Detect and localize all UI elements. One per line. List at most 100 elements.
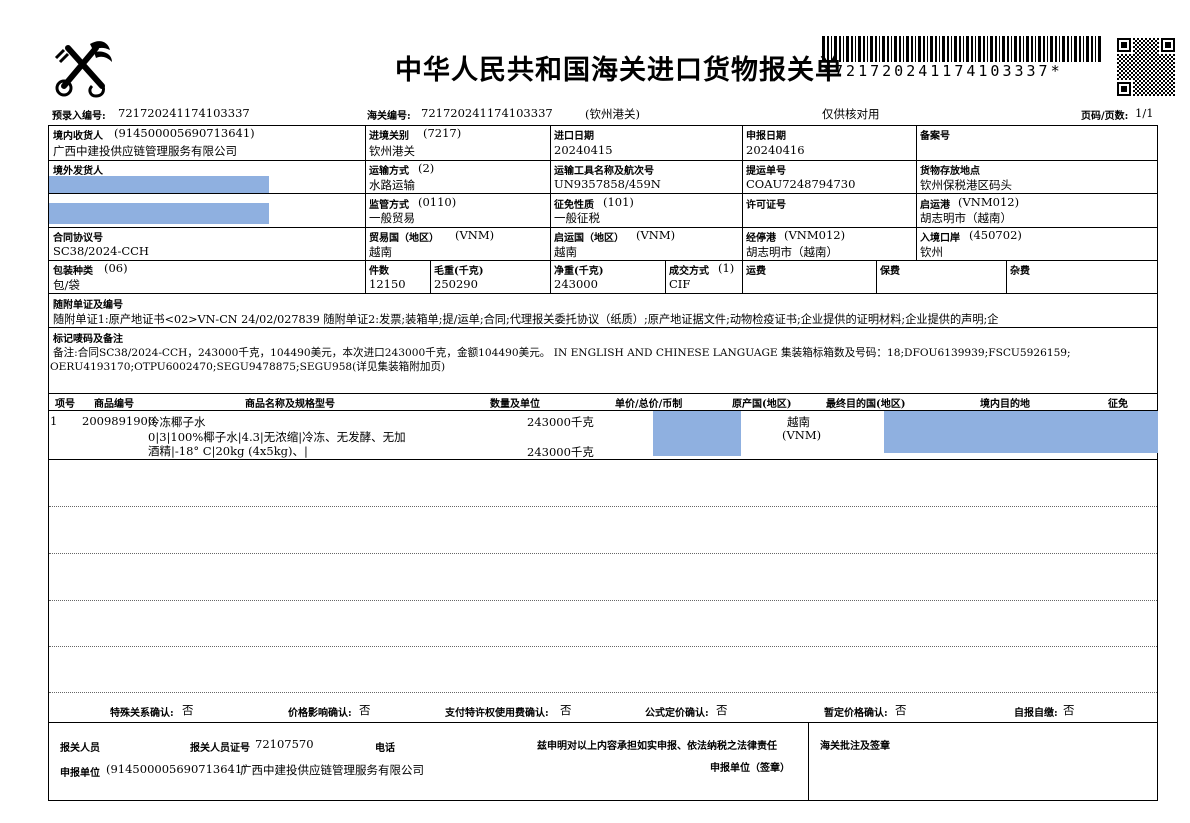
deal-label: 成交方式 — [669, 266, 709, 277]
supervision-code: (0110) — [418, 195, 457, 209]
supervision-label: 监管方式 — [369, 200, 409, 211]
marks-label: 标记唛码及备注 — [53, 334, 123, 345]
storage: 钦州保税港区码头 — [920, 178, 1012, 192]
package: 包/袋 — [53, 278, 80, 292]
import-date: 20240415 — [554, 143, 613, 157]
confirm-price-impact-value: 否 — [359, 703, 371, 717]
col-price: 单价/总价/币制 — [615, 399, 683, 410]
confirm-special-relation-value: 否 — [182, 703, 194, 717]
prereg-label: 预录入编号: — [52, 111, 106, 122]
unit-label: 申报单位 — [60, 768, 100, 779]
redacted-shipper — [49, 176, 269, 193]
col-name: 商品名称及规格型号 — [245, 399, 335, 410]
unit-seal: 申报单位（签章） — [710, 763, 790, 774]
entry-customs-label: 进境关别 — [369, 131, 409, 142]
confirm-formula-label: 公式定价确认: — [645, 708, 709, 719]
unit-code: (914500005690713641) — [106, 762, 247, 776]
origin-country-label: 启运国（地区） — [554, 233, 624, 244]
deal: CIF — [669, 277, 691, 291]
entry-customs-name: 钦州港关 — [369, 144, 415, 158]
departure-port-label: 启运港 — [920, 200, 950, 211]
customs-emblem-icon — [54, 41, 112, 98]
import-date-label: 进口日期 — [554, 131, 594, 142]
consignee-code: (914500005690713641) — [114, 126, 255, 140]
package-label: 包装种类 — [53, 266, 93, 277]
customs-no: 721720241174103337 — [421, 106, 553, 120]
confirm-royalty-value: 否 — [560, 703, 572, 717]
transit-port-label: 经停港 — [746, 233, 776, 244]
transit-port: 胡志明市（越南） — [746, 245, 838, 259]
qr-code-icon — [1117, 38, 1175, 96]
package-code: (06) — [104, 261, 128, 275]
confirm-royalty-label: 支付特许权使用费确认: — [445, 708, 549, 719]
redacted-field — [49, 203, 269, 224]
entry-port-label: 入境口岸 — [920, 233, 960, 244]
insurance-label: 保费 — [880, 266, 900, 277]
filing-no-label: 备案号 — [920, 131, 950, 142]
port-note: (钦州港关) — [585, 107, 640, 121]
col-dest: 境内目的地 — [980, 399, 1030, 410]
check-note: 仅供核对用 — [822, 107, 880, 121]
entry-customs-code: (7217) — [423, 126, 462, 140]
consignee-name: 广西中建投供应链管理服务有限公司 — [53, 144, 237, 158]
gross-label: 毛重(千克) — [434, 266, 484, 277]
col-qty: 数量及单位 — [490, 399, 540, 410]
confirm-provisional-label: 暂定价格确认: — [824, 708, 888, 719]
marks-line1: 备注:合同SC38/2024-CCH，243000千克，104490美元，本次进… — [53, 347, 1071, 359]
overseas-shipper-label: 境外发货人 — [53, 166, 103, 177]
net-label: 净重(千克) — [554, 266, 604, 277]
col-hs-code: 商品编号 — [94, 399, 134, 410]
col-dest-country: 最终目的国(地区) — [826, 399, 906, 410]
col-levy: 征免 — [1108, 399, 1128, 410]
pieces: 12150 — [369, 277, 406, 291]
levy-label: 征免性质 — [554, 200, 594, 211]
deal-code: (1) — [718, 261, 735, 275]
row-qty1: 243000千克 — [527, 415, 594, 429]
confirm-self-declare-label: 自报自缴: — [1014, 708, 1058, 719]
departure-port: 胡志明市（越南） — [920, 211, 1012, 225]
trade-country: 越南 — [369, 245, 392, 259]
docs: 随附单证1:原产地证书<02>VN-CN 24/02/027839 随附单证2:… — [53, 313, 999, 326]
departure-port-code: (VNM012) — [958, 195, 1020, 209]
row-qty2: 243000千克 — [527, 445, 594, 459]
row-hs-code: 2009891900 — [82, 414, 156, 428]
col-item-no: 项号 — [55, 399, 75, 410]
bl-no: COAU7248794730 — [746, 177, 856, 191]
legal-statement: 兹申明对以上内容承担如实申报、依法纳税之法律责任 — [537, 741, 777, 752]
storage-label: 货物存放地点 — [920, 166, 980, 177]
levy: 一般征税 — [554, 211, 600, 225]
vessel-label: 运输工具名称及航次号 — [554, 166, 654, 177]
origin-country-code: (VNM) — [636, 228, 676, 242]
page-title: 中华人民共和国海关进口货物报关单 — [395, 55, 843, 86]
confirm-provisional-value: 否 — [895, 703, 907, 717]
supervision: 一般贸易 — [369, 211, 415, 225]
confirm-price-impact-label: 价格影响确认: — [288, 708, 352, 719]
gross: 250290 — [434, 277, 478, 291]
redacted-price — [653, 411, 741, 456]
freight-label: 运费 — [746, 266, 766, 277]
customs-no-label: 海关编号: — [367, 111, 411, 122]
transport-mode: 水路运输 — [369, 178, 415, 192]
docs-label: 随附单证及编号 — [53, 300, 123, 311]
marks-line2: OERU4193170;OTPU6002470;SEGU9478875;SEGU… — [50, 361, 446, 373]
bl-label: 提运单号 — [746, 166, 786, 177]
row-item-no: 1 — [50, 414, 58, 428]
declarant-cert: 72107570 — [255, 737, 314, 751]
entry-port-code: (450702) — [969, 228, 1022, 242]
consignee-label: 境内收货人 — [53, 131, 103, 142]
contract: SC38/2024-CCH — [53, 244, 149, 258]
levy-code: (101) — [603, 195, 634, 209]
row-origin-code: (VNM) — [782, 428, 822, 442]
declarant-label: 报关人员 — [60, 743, 100, 754]
confirm-self-declare-value: 否 — [1063, 703, 1075, 717]
declare-date-label: 申报日期 — [746, 131, 786, 142]
trade-country-label: 贸易国（地区） — [369, 233, 439, 244]
col-origin: 原产国(地区) — [732, 399, 792, 410]
declarant-cert-label: 报关人员证号 — [190, 743, 250, 754]
redacted-destination — [884, 411, 1158, 453]
customs-remarks-label: 海关批注及签章 — [820, 741, 890, 752]
misc-label: 杂费 — [1010, 266, 1030, 277]
net: 243000 — [554, 277, 598, 291]
prereg-no: 721720241174103337 — [118, 106, 250, 120]
transit-port-code: (VNM012) — [784, 228, 846, 242]
